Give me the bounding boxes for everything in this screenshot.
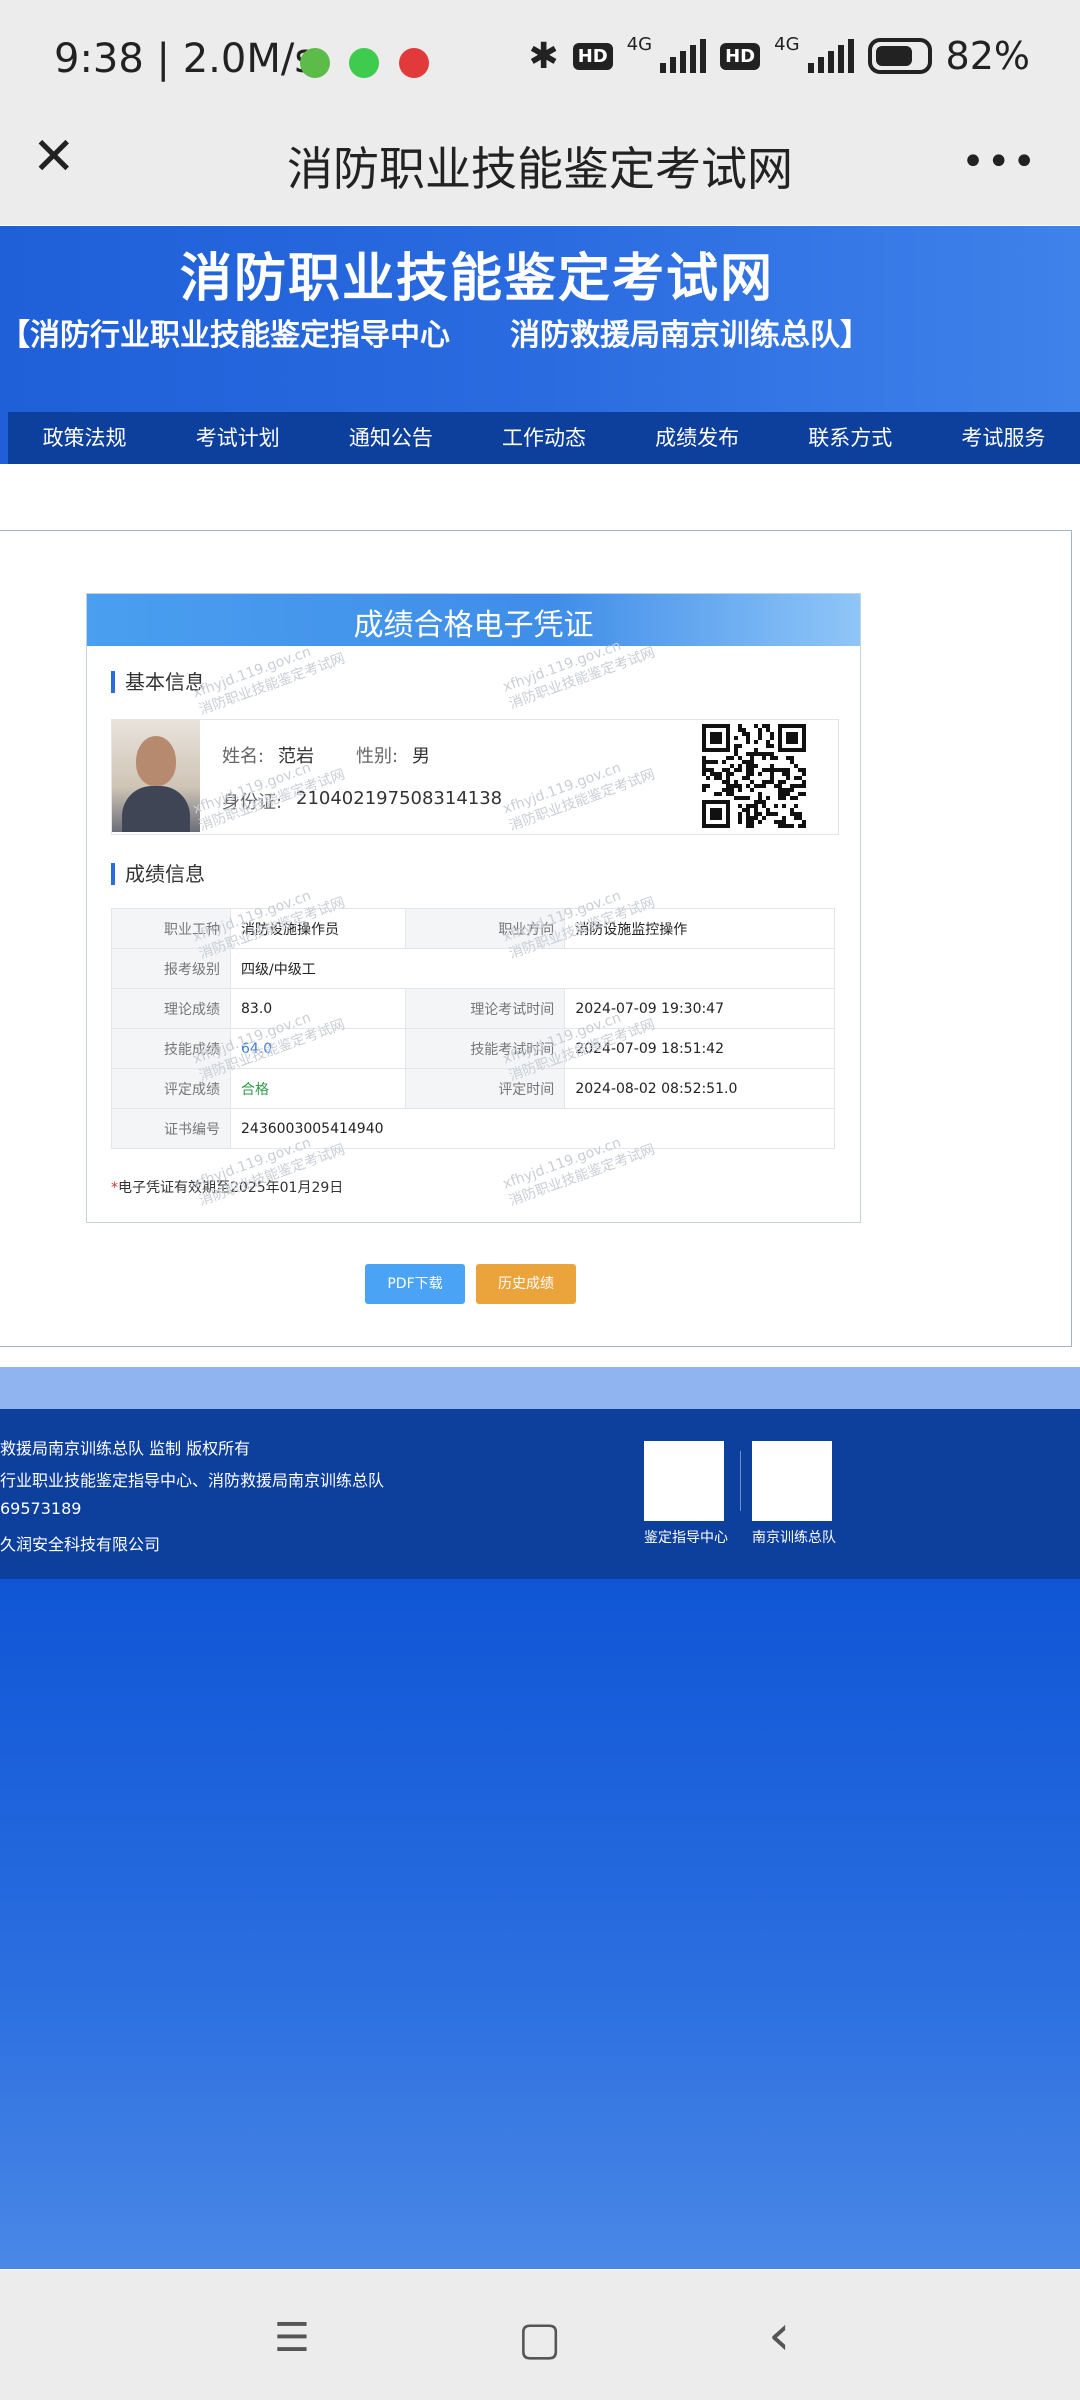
site-title: 消防职业技能鉴定考试网: [180, 249, 775, 309]
message-app-icon: [349, 48, 379, 78]
eval-result-label: 评定成绩: [111, 1068, 231, 1109]
nav-item-policy[interactable]: 政策法规: [8, 412, 161, 464]
site-subtitle: 【消防行业职业技能鉴定指导中心 消防救援局南京训练总队】: [0, 318, 870, 353]
footer: 救援局南京训练总队 监制 版权所有 行业职业技能鉴定指导中心、消防救援局南京训练…: [0, 1409, 1080, 2331]
menu-icon[interactable]: ☰: [274, 2318, 310, 2358]
id-value: 210402197508314138: [296, 788, 503, 809]
job-type-value: 消防设施操作员: [229, 908, 407, 949]
qr-code-guidance-center: [644, 1441, 724, 2290]
bluetooth-icon: ✱: [528, 35, 559, 77]
table-row: 报考级别 四级/中级工: [111, 948, 835, 989]
status-indicators: ✱ HD 4G HD 4G 82%: [529, 34, 1030, 78]
nav-item-exam-service[interactable]: 考试服务: [927, 412, 1080, 464]
theory-score-label: 理论成绩: [111, 988, 231, 1029]
name-label: 姓名:: [222, 746, 265, 767]
battery-icon: [867, 38, 932, 74]
level-value: 四级/中级工: [230, 948, 835, 989]
skill-score-label: 技能成绩: [111, 1028, 231, 1069]
hd-badge-2: HD: [720, 42, 761, 70]
page-background: [0, 1579, 1080, 2269]
validity-note: *电子凭证有效期至2025年01月29日: [111, 1177, 343, 1197]
page-title: 消防职业技能鉴定考试网: [287, 142, 793, 196]
qr-label-guidance-center: 鉴定指导中心: [644, 1530, 728, 1546]
footer-phone: 69573189: [0, 1499, 82, 1518]
footer-qr-divider: [740, 1451, 741, 1511]
footer-copyright: 救援局南京训练总队 监制 版权所有: [0, 1439, 251, 1458]
home-icon[interactable]: ▢: [518, 2315, 561, 2361]
gender-label: 性别:: [356, 746, 399, 767]
certificate-header: 成绩合格电子凭证: [87, 594, 860, 646]
signal-icon-2: [807, 39, 854, 73]
more-options-icon[interactable]: •••: [961, 139, 1038, 185]
basic-info-heading: 基本信息: [111, 671, 205, 693]
history-scores-button[interactable]: 历史成绩: [476, 1264, 576, 1304]
certificate-title: 成绩合格电子凭证: [353, 608, 594, 643]
table-row: 评定成绩 合格 评定时间 2024-08-02 08:52:51.0: [111, 1068, 835, 1109]
level-label: 报考级别: [111, 948, 231, 989]
back-icon[interactable]: ‹: [768, 2308, 790, 2364]
nav-item-notices[interactable]: 通知公告: [314, 412, 467, 464]
skill-score-value: 64.0: [229, 1028, 407, 1069]
job-direction-value: 消防设施监控操作: [564, 908, 835, 949]
avatar: [112, 720, 200, 832]
table-row: 理论成绩 83.0 理论考试时间 2024-07-09 19:30:47: [111, 988, 835, 1029]
shield-app-icon: [300, 48, 330, 78]
footer-divider: [0, 1367, 1080, 1409]
network-type-2: 4G: [774, 34, 800, 55]
system-navigation-bar: ☰ ▢ ‹: [0, 2270, 1080, 2400]
eval-time-value: 2024-08-02 08:52:51.0: [564, 1068, 835, 1109]
job-direction-label: 职业方向: [405, 908, 566, 949]
nav-item-work-news[interactable]: 工作动态: [467, 412, 620, 464]
footer-tech-support: 久润安全科技有限公司: [0, 1535, 161, 1554]
note-text: 电子凭证有效期至2025年01月29日: [118, 1180, 344, 1196]
skill-time-value: 2024-07-09 18:51:42: [564, 1028, 835, 1069]
score-info-heading: 成绩信息: [111, 863, 205, 885]
eval-time-label: 评定时间: [405, 1068, 566, 1109]
job-type-label: 职业工种: [111, 908, 231, 949]
nav-item-results[interactable]: 成绩发布: [621, 412, 774, 464]
qr-label-nanjing-team: 南京训练总队: [752, 1530, 836, 1546]
theory-time-value: 2024-07-09 19:30:47: [564, 988, 835, 1029]
nav-item-exam-plan[interactable]: 考试计划: [161, 412, 314, 464]
table-row: 技能成绩 64.0 技能考试时间 2024-07-09 18:51:42: [111, 1028, 835, 1069]
gender-value: 男: [412, 746, 430, 767]
qr-code: [702, 724, 806, 828]
table-row: 职业工种 消防设施操作员 职业方向 消防设施监控操作: [111, 908, 835, 949]
certificate-card: 成绩合格电子凭证 基本信息 姓名: 范岩 性别: 男 身份证: 21040219…: [86, 593, 861, 1223]
status-bar: 9:38 | 2.0M/s ✱ HD 4G HD 4G 82%: [0, 0, 1080, 125]
battery-level: 82%: [945, 34, 1030, 78]
cert-no-label: 证书编号: [111, 1108, 231, 1149]
basic-info-box: 姓名: 范岩 性别: 男 身份证: 210402197508314138: [111, 719, 839, 835]
hd-badge-1: HD: [572, 42, 613, 70]
qr-code-nanjing-team: [752, 1441, 832, 2331]
cert-no-value: 2436003005414940: [230, 1108, 835, 1149]
nav-item-contact[interactable]: 联系方式: [774, 412, 927, 464]
main-nav: 政策法规 考试计划 通知公告 工作动态 成绩发布 联系方式 考试服务: [8, 412, 1080, 464]
status-time: 9:38 | 2.0M/s: [54, 36, 316, 82]
skill-time-label: 技能考试时间: [405, 1028, 566, 1069]
site-banner: 消防职业技能鉴定考试网 【消防行业职业技能鉴定指导中心 消防救援局南京训练总队】…: [0, 226, 1080, 464]
footer-organizers: 行业职业技能鉴定指导中心、消防救援局南京训练总队: [0, 1471, 385, 1490]
eval-result-value: 合格: [229, 1068, 407, 1109]
signal-icon-1: [660, 39, 707, 73]
table-row: 证书编号 2436003005414940: [111, 1108, 835, 1149]
network-type-1: 4G: [626, 34, 653, 55]
red-app-icon: [399, 48, 429, 78]
id-label: 身份证:: [222, 792, 283, 813]
browser-title-bar: ✕ 消防职业技能鉴定考试网 •••: [0, 125, 1080, 225]
theory-score-value: 83.0: [229, 988, 407, 1029]
theory-time-label: 理论考试时间: [405, 988, 566, 1029]
score-table: 职业工种 消防设施操作员 职业方向 消防设施监控操作 报考级别 四级/中级工 理…: [111, 908, 835, 1149]
pdf-download-button[interactable]: PDF下载: [365, 1264, 465, 1304]
name-value: 范岩: [278, 746, 314, 767]
note-star: *: [111, 1180, 118, 1196]
